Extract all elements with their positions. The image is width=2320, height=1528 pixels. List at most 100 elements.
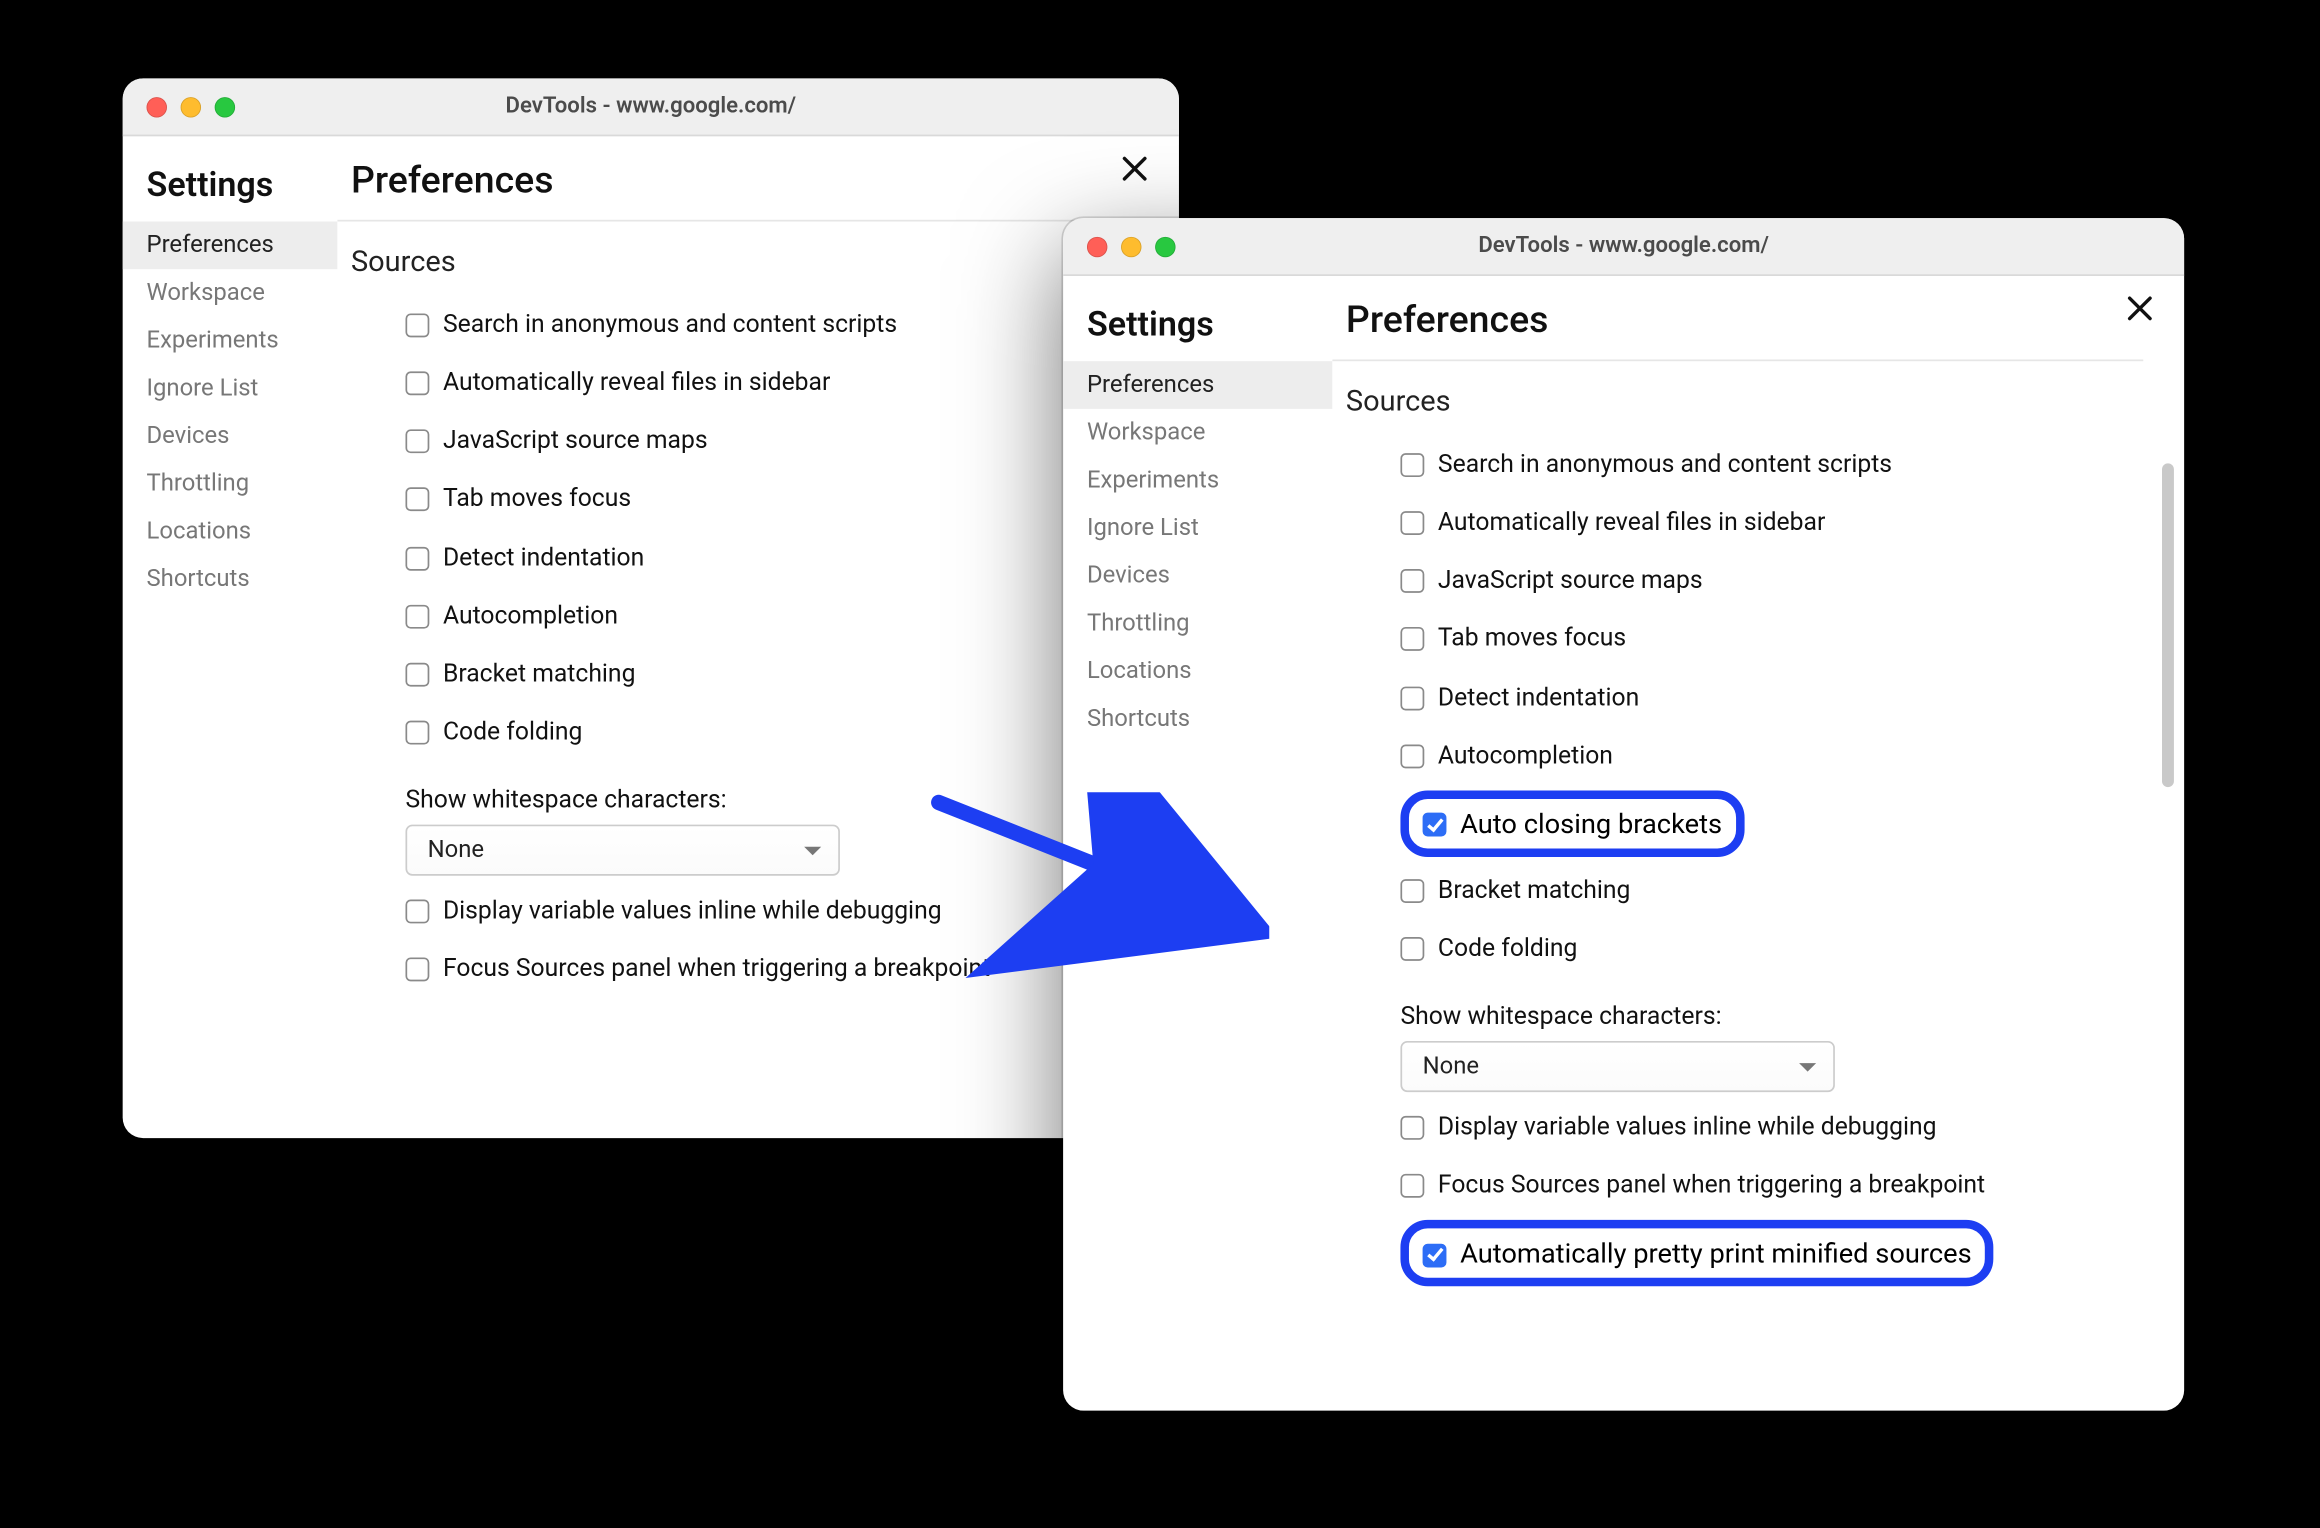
preference-label: Automatically reveal files in sidebar — [1438, 508, 1825, 539]
settings-heading: Settings — [123, 157, 338, 222]
titlebar[interactable]: DevTools - www.google.com/ — [1063, 218, 2184, 276]
whitespace-select[interactable]: None — [405, 825, 839, 876]
preference-label: JavaScript source maps — [1438, 566, 1703, 597]
preference-checkbox[interactable] — [1400, 453, 1424, 477]
preference-label: Auto closing brackets — [1460, 807, 1722, 839]
preference-label: Automatically reveal files in sidebar — [443, 368, 830, 399]
fullscreen-window-button[interactable] — [1155, 236, 1175, 256]
devtools-window-before: DevTools - www.google.com/ Settings Pref… — [123, 78, 1179, 1138]
settings-sidebar: Settings PreferencesWorkspaceExperiments… — [123, 136, 338, 1138]
preference-checkbox[interactable] — [1400, 879, 1424, 903]
preference-row: JavaScript source maps — [405, 413, 1138, 471]
preference-checkbox[interactable] — [405, 430, 429, 454]
preference-label: Automatically pretty print minified sour… — [1460, 1237, 1972, 1269]
preference-row: Search in anonymous and content scripts — [1400, 436, 2143, 494]
whitespace-label: Show whitespace characters: — [1400, 985, 2143, 1041]
preference-label: Focus Sources panel when triggering a br… — [443, 954, 990, 985]
sidebar-item-shortcuts[interactable]: Shortcuts — [123, 555, 338, 603]
section-title-sources: Sources — [337, 221, 1138, 289]
preference-row: Bracket matching — [405, 645, 1138, 703]
preference-checkbox[interactable] — [405, 488, 429, 512]
traffic-lights — [123, 96, 235, 116]
sidebar-item-preferences[interactable]: Preferences — [1063, 361, 1332, 409]
preference-checkbox[interactable] — [1400, 1174, 1424, 1198]
sidebar-item-workspace[interactable]: Workspace — [123, 269, 338, 317]
preference-row: Autocompletion — [1400, 727, 2143, 785]
preference-row: JavaScript source maps — [1400, 552, 2143, 610]
preference-row: Detect indentation — [405, 529, 1138, 587]
fullscreen-window-button[interactable] — [215, 96, 235, 116]
sidebar-item-throttling[interactable]: Throttling — [1063, 600, 1332, 648]
window-title: DevTools - www.google.com/ — [123, 94, 1179, 120]
preference-checkbox[interactable] — [1423, 813, 1447, 837]
preference-row: Automatically reveal files in sidebar — [1400, 494, 2143, 552]
sidebar-item-throttling[interactable]: Throttling — [123, 460, 338, 508]
preference-checkbox[interactable] — [405, 900, 429, 924]
sidebar-item-workspace[interactable]: Workspace — [1063, 409, 1332, 457]
preference-label: Display variable values inline while deb… — [443, 896, 942, 927]
preferences-pane: Preferences Sources Search in anonymous … — [1332, 276, 2184, 1411]
preference-checkbox[interactable] — [1400, 628, 1424, 652]
titlebar[interactable]: DevTools - www.google.com/ — [123, 78, 1179, 136]
close-window-button[interactable] — [1087, 236, 1107, 256]
sidebar-item-experiments[interactable]: Experiments — [123, 317, 338, 365]
preference-checkbox[interactable] — [405, 313, 429, 337]
preference-row: Code folding — [1400, 920, 2143, 978]
minimize-window-button[interactable] — [181, 96, 201, 116]
preference-row: Bracket matching — [1400, 862, 2143, 920]
preference-checkbox[interactable] — [1423, 1243, 1447, 1267]
section-title-sources: Sources — [1332, 361, 2143, 429]
preference-checkbox[interactable] — [405, 604, 429, 628]
preference-checkbox[interactable] — [405, 958, 429, 982]
preference-label: JavaScript source maps — [443, 426, 708, 457]
highlight-annotation: Automatically pretty print minified sour… — [1400, 1220, 1993, 1286]
preference-checkbox[interactable] — [405, 372, 429, 396]
sidebar-item-devices[interactable]: Devices — [1063, 552, 1332, 600]
sidebar-item-devices[interactable]: Devices — [123, 412, 338, 460]
preference-label: Code folding — [443, 717, 582, 748]
preference-label: Detect indentation — [1438, 682, 1639, 713]
preference-label: Tab moves focus — [1438, 624, 1626, 655]
whitespace-select[interactable]: None — [1400, 1041, 1834, 1092]
sidebar-item-locations[interactable]: Locations — [123, 508, 338, 556]
preference-checkbox[interactable] — [1400, 744, 1424, 768]
preference-label: Search in anonymous and content scripts — [443, 310, 897, 341]
settings-heading: Settings — [1063, 296, 1332, 361]
preference-row: Focus Sources panel when triggering a br… — [405, 941, 1138, 999]
whitespace-label: Show whitespace characters: — [405, 768, 1138, 824]
preference-checkbox[interactable] — [1400, 511, 1424, 535]
sidebar-item-ignore-list[interactable]: Ignore List — [123, 365, 338, 413]
preference-checkbox[interactable] — [1400, 569, 1424, 593]
preference-checkbox[interactable] — [1400, 937, 1424, 961]
preference-row: Code folding — [405, 703, 1138, 761]
preference-checkbox[interactable] — [1400, 1116, 1424, 1140]
whitespace-select-value: None — [428, 837, 484, 864]
preference-row: Autocompletion — [405, 587, 1138, 645]
scrollbar-thumb[interactable] — [2162, 463, 2174, 787]
devtools-window-after: DevTools - www.google.com/ Settings Pref… — [1063, 218, 2184, 1411]
preference-label: Bracket matching — [1438, 875, 1630, 906]
preference-checkbox[interactable] — [405, 546, 429, 570]
preference-row: Automatically reveal files in sidebar — [405, 355, 1138, 413]
sidebar-item-shortcuts[interactable]: Shortcuts — [1063, 695, 1332, 743]
chevron-down-icon — [804, 846, 821, 855]
preference-checkbox[interactable] — [1400, 686, 1424, 710]
settings-sidebar: Settings PreferencesWorkspaceExperiments… — [1063, 276, 1332, 1411]
preference-checkbox[interactable] — [405, 662, 429, 686]
preference-row: Tab moves focus — [405, 471, 1138, 529]
whitespace-select-value: None — [1423, 1053, 1479, 1080]
sidebar-item-preferences[interactable]: Preferences — [123, 221, 338, 269]
sidebar-item-locations[interactable]: Locations — [1063, 647, 1332, 695]
preference-row: Display variable values inline while deb… — [1400, 1099, 2143, 1157]
preference-checkbox[interactable] — [405, 720, 429, 744]
chevron-down-icon — [1799, 1062, 1816, 1071]
preference-label: Focus Sources panel when triggering a br… — [1438, 1171, 1985, 1202]
page-title: Preferences — [1332, 293, 2143, 361]
close-window-button[interactable] — [147, 96, 167, 116]
preference-label: Tab moves focus — [443, 484, 631, 515]
sidebar-item-ignore-list[interactable]: Ignore List — [1063, 504, 1332, 552]
page-title: Preferences — [337, 153, 1138, 221]
minimize-window-button[interactable] — [1121, 236, 1141, 256]
preference-row: Display variable values inline while deb… — [405, 883, 1138, 941]
sidebar-item-experiments[interactable]: Experiments — [1063, 457, 1332, 505]
